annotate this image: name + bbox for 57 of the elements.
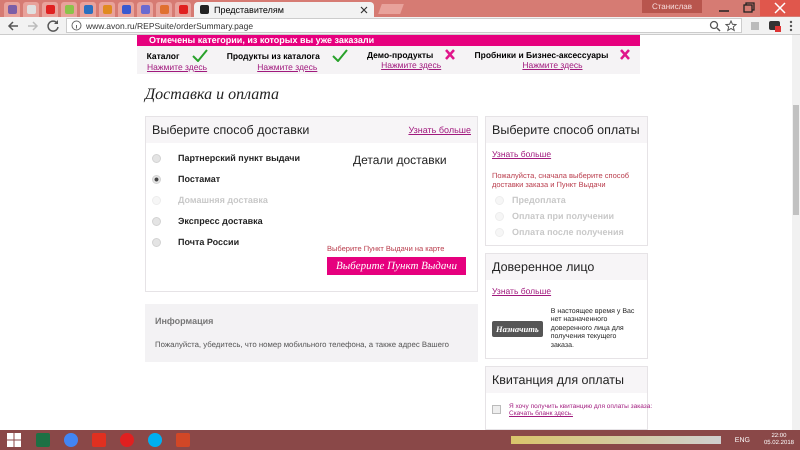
browser-tab[interactable] — [80, 2, 96, 17]
radio-button[interactable] — [152, 154, 161, 162]
delivery-option-label[interactable]: Постамат — [178, 174, 220, 184]
new-tab-button[interactable] — [378, 4, 404, 14]
browser-tab[interactable] — [175, 2, 191, 17]
user-name[interactable]: Станислав — [642, 0, 702, 13]
learn-more-link[interactable]: Узнать больше — [408, 125, 471, 135]
radio-button[interactable] — [152, 238, 161, 246]
reload-icon[interactable] — [46, 18, 60, 32]
delivery-option-label[interactable]: Партнерский пункт выдачи — [178, 153, 300, 163]
address-field[interactable]: www.avon.ru/REPSuite/orderSummary.page — [66, 18, 742, 33]
panel-title: Выберите способ оплаты — [492, 123, 640, 137]
zoom-icon[interactable] — [709, 20, 721, 32]
back-arrow-icon[interactable] — [6, 18, 20, 32]
star-icon[interactable] — [725, 20, 737, 32]
category-link[interactable]: Нажмите здесь — [257, 62, 318, 72]
taskbar-app-icon[interactable] — [120, 433, 134, 447]
info-icon — [71, 20, 82, 31]
category-label: Пробники и Бизнес-аксессуары — [474, 50, 608, 60]
details-title: Детали доставки — [353, 153, 447, 167]
category-link[interactable]: Нажмите здесь — [522, 60, 582, 70]
info-title: Информация — [155, 316, 214, 326]
taskbar-app-icon[interactable] — [176, 433, 190, 447]
category-link[interactable]: Нажмите здесь — [381, 60, 442, 70]
scrollbar[interactable] — [792, 35, 800, 430]
choose-pickup-button[interactable]: Выберите Пункт Выдачи — [327, 257, 466, 275]
category-label: Каталог — [146, 50, 180, 60]
radio-button[interactable] — [152, 174, 161, 184]
browser-tab[interactable] — [156, 2, 172, 17]
delivery-option-label[interactable]: Почта России — [178, 237, 240, 247]
panel-title: Доверенное лицо — [492, 260, 594, 274]
taskbar-app-icon[interactable] — [92, 433, 106, 447]
category-link[interactable]: Нажмите здесь — [147, 62, 208, 72]
browser-tab[interactable] — [137, 2, 153, 17]
section-heading: Доставка и оплата — [145, 86, 280, 104]
panel-title: Квитанция для оплаты — [492, 372, 624, 387]
browser-tab[interactable] — [118, 2, 134, 17]
categories-banner: Отмечены категории, из которых вы уже заказали — [137, 35, 640, 46]
category-label: Продукты из каталога — [226, 50, 320, 60]
browser-tab[interactable] — [99, 2, 115, 17]
category-label: Демо-продукты — [367, 50, 434, 60]
panel-title: Выберите способ доставки — [152, 123, 310, 137]
delivery-option-label[interactable]: Экспресс доставка — [178, 216, 263, 226]
taskbar-app-icon[interactable] — [148, 433, 162, 447]
checkbox[interactable] — [492, 404, 501, 414]
learn-more-link[interactable]: Узнать больше — [492, 149, 641, 159]
menu-icon[interactable] — [788, 18, 794, 32]
extension-icon[interactable] — [768, 18, 782, 32]
tab-close-icon[interactable] — [360, 6, 368, 14]
radio-button[interactable] — [152, 216, 161, 226]
close-icon[interactable] — [760, 0, 800, 16]
forward-arrow-icon[interactable] — [26, 18, 40, 32]
assign-button[interactable]: Назначить — [492, 320, 543, 337]
learn-more-link[interactable]: Узнать больше — [492, 286, 641, 296]
browser-tab[interactable]: Представителям — [194, 2, 374, 17]
taskbar-app-icon[interactable] — [64, 433, 78, 447]
windows-logo-icon[interactable] — [6, 432, 22, 448]
